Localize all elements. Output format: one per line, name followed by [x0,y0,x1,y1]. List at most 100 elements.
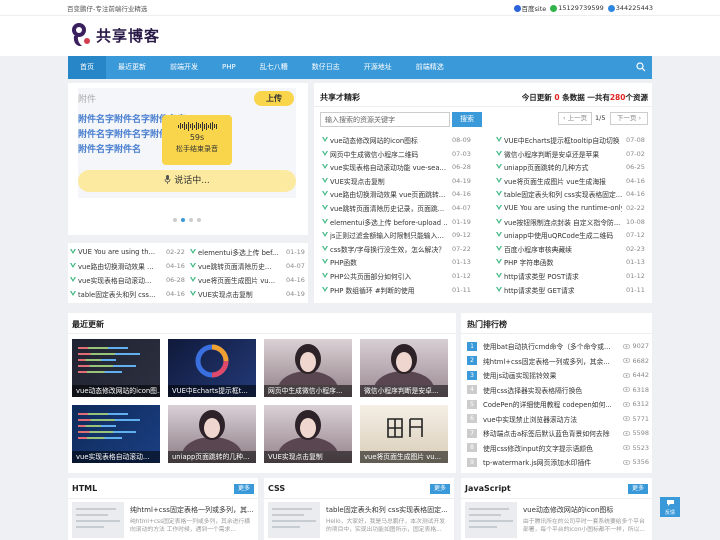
article-thumb[interactable]: 微信小程序判断是安卓... [360,339,448,397]
share-item[interactable]: js正则过滤金额输入时限制只能输入... 09-12 [322,228,471,242]
slider-dot[interactable] [189,218,193,222]
share-item[interactable]: vue路由切换滑动效果 vue页面跳转... 04-16 [322,187,471,201]
more-button[interactable]: 更多 [234,484,254,494]
share-item[interactable]: uniapp页面跳转的几种方式 06-25 [496,160,645,174]
featured-item[interactable]: vue将页面生成图片 vu... 04-16 [190,273,305,287]
share-item[interactable]: PHP函数 01-13 [322,255,471,269]
slider-dots [173,218,201,222]
share-item[interactable]: vue跳转页面清除历史记录，页面跳... 04-07 [322,201,471,215]
nav-item[interactable]: 首页 [68,56,106,79]
article-thumb[interactable]: vue将页面生成图片 vu... [360,405,448,463]
nav-item[interactable]: 乱七八糟 [248,56,300,79]
feedback-button[interactable]: 反馈 [660,497,680,517]
share-item[interactable]: vue动态修改网站的icon图标 08-09 [322,133,471,147]
featured-item[interactable]: vue路由切换滑动效果 ... 04-16 [70,259,185,273]
article-thumb[interactable]: uniapp页面跳转的几种... [168,405,256,463]
share-item[interactable]: 微信小程序判断是安卓还是苹果 07-02 [496,147,645,161]
featured-item[interactable]: vue实现表格自动滚动... 06-28 [70,273,185,287]
vue-logo-icon [190,263,196,268]
share-item[interactable]: elementui多选上传 before-upload ... 01-19 [322,215,471,229]
hot-item[interactable]: 6 vue中实现禁止浏览器滚动方法 5771 [467,413,649,425]
featured-item[interactable]: VUE You are using th... 02-22 [70,245,185,259]
article-title[interactable]: table固定表头和列 css实现表格固定... [326,505,450,515]
article-image[interactable] [465,502,517,538]
item-title: PHP 数组循环 #判断的使用 [330,286,415,295]
slide-frame[interactable]: 附件 附件名字附件名字附件名字 附件名字附件名字附件 附件名字附件名 上传 59… [78,88,296,198]
item-date: 04-07 [286,262,305,270]
hot-item[interactable]: 4 使用css选择器实现表格隔行换色 6318 [467,384,649,396]
nav-item[interactable]: 数仔日志 [300,56,352,79]
article-thumb[interactable]: 网页中生成微信小程序... [264,339,352,397]
share-item[interactable]: table固定表头和列 css实现表格固定... 04-16 [496,187,645,201]
eye-icon [623,343,631,349]
featured-item[interactable]: vue跳转页面清除历史... 04-07 [190,259,305,273]
baidu-site-link[interactable]: 百度site [513,3,546,13]
share-item[interactable]: http请求类型 POST请求 01-12 [496,269,645,283]
site-logo[interactable]: 共享博客 [70,22,160,48]
upload-button: 上传 [254,91,294,106]
next-page-button[interactable]: 下一页 › [610,112,648,125]
more-button[interactable]: 更多 [628,484,648,494]
wechat-contact[interactable]: 15129739599 [550,4,604,12]
article-thumb[interactable]: vue实现表格自动滚动... [72,405,160,463]
share-item[interactable]: uniapp中使用uQRCode生成二维码 07-12 [496,228,645,242]
search-button[interactable]: 搜索 [452,112,482,127]
featured-item[interactable]: VUE实现点击复制 04-19 [190,287,305,301]
article-thumb[interactable]: VUE实现点击复制 [264,405,352,463]
share-item[interactable]: vue按钮限制连点封装 自定义指令防... 10-08 [496,215,645,229]
item-title: vue按钮限制连点封装 自定义指令防... [504,218,621,227]
item-title: uniapp中使用uQRCode生成二维码 [504,232,614,241]
nav-item[interactable]: 前端精选 [404,56,456,79]
share-item[interactable]: PHP公共页面部分如何引入 01-12 [322,269,471,283]
share-item[interactable]: vue实现表格自动滚动功能 vue-sea... 06-28 [322,160,471,174]
share-item[interactable]: 网页中生成微信小程序二维码 07-03 [322,147,471,161]
rank-badge: 9 [467,457,477,467]
vue-logo-icon [70,249,76,254]
rank-badge: 7 [467,428,477,438]
code-lines [78,413,148,443]
featured-item[interactable]: elementui多选上传 bef... 01-19 [190,245,305,259]
article-thumb[interactable]: VUE中Echarts提示框t... [168,339,256,397]
article-thumb[interactable]: vue动态修改网站的icon图... [72,339,160,397]
eye-icon [623,430,631,436]
item-date: 04-16 [626,176,645,185]
hot-item[interactable]: 7 移动端点击a标签后默认蓝色背景如何去除 5598 [467,427,649,439]
share-item[interactable]: PHP 字符串函数 01-13 [496,255,645,269]
hot-item[interactable]: 8 使用css修改input的文字提示语颜色 5523 [467,442,649,454]
item-date: 02-22 [626,204,645,212]
hot-item[interactable]: 5 CodePen的详细使用教程 codepen如何... 6312 [467,398,649,410]
slider-dot[interactable] [173,218,177,222]
share-item[interactable]: VUE You are using the runtime-only... 02-… [496,201,645,215]
article-image[interactable] [72,502,124,538]
slider-dot[interactable] [181,218,185,222]
article-title[interactable]: 纯html+css固定表格一列或多列，其... [130,505,254,515]
share-item[interactable]: http请求类型 GET请求 01-11 [496,283,645,297]
item-date: 09-12 [452,231,471,240]
prev-page-button[interactable]: ‹ 上一页 [558,112,592,125]
more-button[interactable]: 更多 [430,484,450,494]
share-item[interactable]: vue将页面生成图片 vue生成海报 04-16 [496,174,645,188]
share-item[interactable]: PHP 数组循环 #判断的使用 01-11 [322,283,471,297]
item-title: vue跳转页面清除历史... [198,263,272,271]
slider-dot[interactable] [197,218,201,222]
nav-item[interactable]: 开源地址 [352,56,404,79]
search-icon[interactable] [636,62,646,72]
hot-item[interactable]: 2 纯html+css固定表格一列或多列，其余... 6682 [467,355,649,367]
share-item[interactable]: VUE实现点击复制 04-19 [322,174,471,188]
nav-item[interactable]: 最近更新 [106,56,158,79]
featured-item[interactable]: table固定表头和列 css... 04-16 [70,287,185,301]
hot-item[interactable]: 9 tp-watermark.js网页添加水印插件 5356 [467,456,649,468]
nav-item[interactable]: PHP [210,56,248,79]
portrait-photo [182,410,242,451]
resource-search-input[interactable]: 输入搜索的资源关键字 [320,112,450,127]
qq-contact[interactable]: 344225443 [607,4,653,12]
hot-item[interactable]: 1 使用bat自动执行cmd命令（多个命令或... 9027 [467,340,649,352]
share-item[interactable]: css数字/字母换行没生效，怎么解决？ 07-22 [322,242,471,256]
share-item[interactable]: VUE中Echarts提示框tooltip自动切换 07-08 [496,133,645,147]
article-title[interactable]: vue动态修改网站的icon图标 [523,505,647,515]
share-item[interactable]: 百度小程序审核典藏续 02-23 [496,242,645,256]
hot-item[interactable]: 3 使用js动画实现摇铃效果 6442 [467,369,649,381]
nav-item-dropdown[interactable]: 前端开发 [158,56,210,79]
article-desc: Hello，大家好，我是马总鹏仔，本次测试开发的项目中，实现出功能如图所示，固定… [326,519,446,533]
article-image[interactable] [268,502,320,538]
